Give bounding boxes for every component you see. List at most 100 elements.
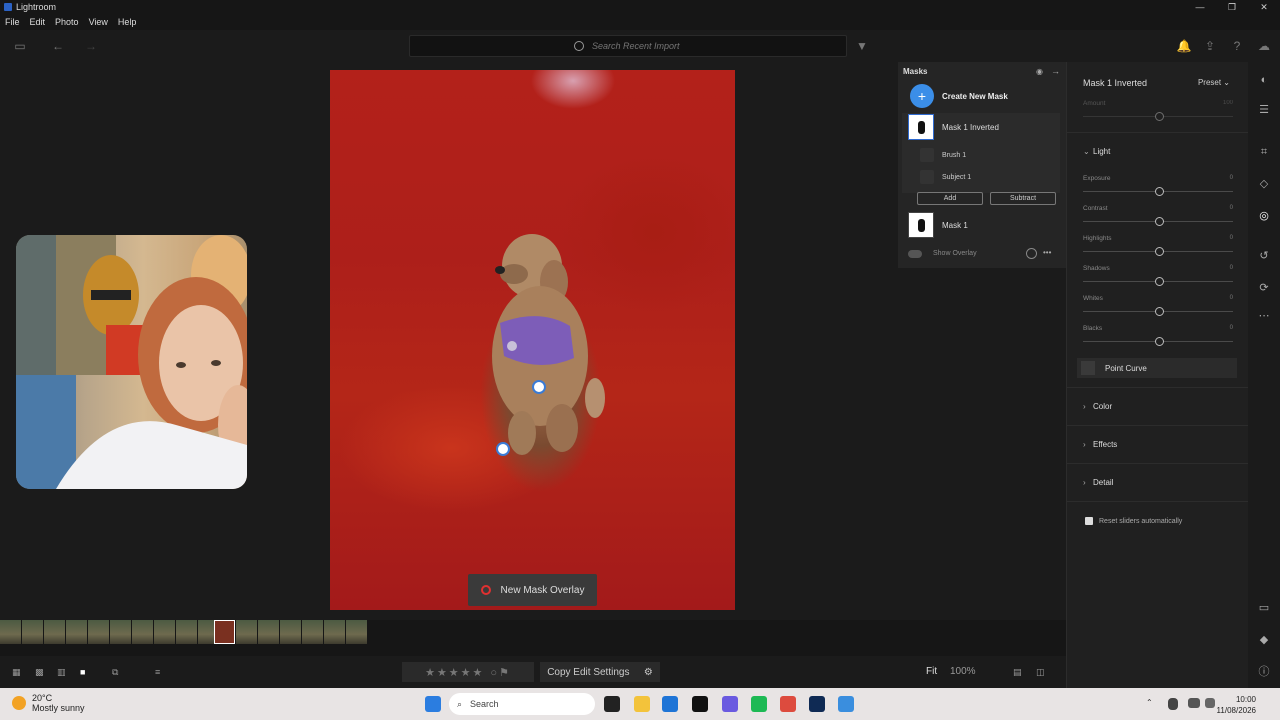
grid-large-icon[interactable]: ▩ (35, 667, 47, 677)
edit-icon[interactable]: ◐ (1258, 74, 1270, 86)
search-input[interactable] (592, 41, 682, 51)
effects-section-header[interactable]: › Effects (1083, 440, 1117, 449)
new-mask-overlay-button[interactable]: New Mask Overlay (468, 574, 597, 606)
tray-chevron-icon[interactable]: ⌃ (1146, 698, 1156, 708)
compare-icon[interactable]: ▥ (57, 667, 69, 677)
slider-knob[interactable] (1155, 277, 1164, 286)
healing-icon[interactable]: ◇ (1258, 178, 1270, 190)
mask-item-mask-1-inverted[interactable]: Mask 1 Inverted (908, 114, 999, 140)
slider-knob[interactable] (1155, 307, 1164, 316)
zoom-dropdown[interactable]: 100% (950, 666, 976, 677)
photos-icon[interactable] (838, 696, 854, 712)
film-thumbnail[interactable] (110, 620, 131, 644)
slideshow-icon[interactable]: ⧉ (112, 667, 124, 677)
gear-icon[interactable]: ⚙ (644, 667, 653, 678)
collapse-panel-icon[interactable]: → (1051, 66, 1060, 76)
spotify-icon[interactable] (751, 696, 767, 712)
more-tools-icon[interactable]: ⋯ (1258, 310, 1270, 322)
flag-icon[interactable]: ○⚑ (490, 666, 511, 679)
network-icon[interactable] (1188, 698, 1200, 708)
sub-mask-subject-1[interactable]: Subject 1 (920, 170, 971, 184)
light-section-header[interactable]: ⌄ Light (1083, 147, 1110, 156)
microphone-icon[interactable] (1168, 698, 1178, 710)
single-view-icon[interactable]: ■ (80, 667, 92, 677)
system-clock[interactable]: 10:00 11/08/2026 (1217, 694, 1256, 716)
task-view-icon[interactable] (604, 696, 620, 712)
slider-knob[interactable] (1155, 112, 1164, 121)
back-arrow-icon[interactable]: ← (50, 38, 66, 54)
film-thumbnail[interactable] (236, 620, 257, 644)
masking-icon[interactable]: ◎ (1258, 210, 1270, 222)
reset-sliders-checkbox[interactable]: Reset sliders automatically (1085, 517, 1182, 525)
versions-icon[interactable]: ⟳ (1258, 282, 1270, 294)
checkbox-icon[interactable] (1085, 517, 1093, 525)
outlook-icon[interactable] (662, 696, 678, 712)
highlights-slider[interactable]: Highlights 0 (1083, 235, 1233, 265)
taskbar-search[interactable]: ⌕ Search (449, 693, 595, 715)
share-icon[interactable]: ⇪ (1202, 38, 1218, 54)
slider-knob[interactable] (1155, 187, 1164, 196)
film-thumbnail-selected[interactable] (214, 620, 235, 644)
film-thumbnail[interactable] (302, 620, 323, 644)
shadows-slider[interactable]: Shadows 0 (1083, 265, 1233, 295)
photo-canvas[interactable] (330, 70, 735, 610)
adjust-sliders-icon[interactable]: ☰ (1258, 104, 1270, 116)
slider-knob[interactable] (1155, 217, 1164, 226)
filter-icon[interactable]: ▼ (854, 38, 870, 54)
film-thumbnail[interactable] (258, 620, 279, 644)
menu-view[interactable]: View (84, 14, 113, 30)
help-icon[interactable]: ? (1229, 38, 1245, 54)
tag-icon[interactable]: ◆ (1258, 634, 1270, 646)
file-explorer-icon[interactable] (634, 696, 650, 712)
overlay-color-icon[interactable] (1026, 248, 1037, 259)
before-after-icon[interactable]: ▤ (1013, 667, 1025, 677)
film-thumbnail[interactable] (0, 620, 21, 644)
fit-button[interactable]: Fit (926, 666, 937, 677)
history-icon[interactable]: ↺ (1258, 250, 1270, 262)
rating-stars[interactable]: ★★★★★ (425, 666, 484, 679)
windows-start-icon[interactable] (425, 696, 441, 712)
cloud-sync-icon[interactable]: ☁ (1256, 38, 1272, 54)
film-thumbnail[interactable] (132, 620, 153, 644)
split-view-icon[interactable]: ◫ (1036, 667, 1048, 677)
show-overlay-toggle[interactable] (908, 250, 922, 258)
copy-edit-settings-button[interactable]: Copy Edit Settings ⚙ (540, 662, 660, 682)
brush-mask-pin-icon[interactable] (496, 442, 510, 456)
volume-icon[interactable] (1205, 698, 1215, 708)
panel-toggle-icon[interactable]: ▭ (12, 38, 28, 54)
film-thumbnail[interactable] (176, 620, 197, 644)
create-new-mask-button[interactable]: + Create New Mask (910, 84, 1008, 108)
search-field[interactable] (409, 35, 847, 57)
more-options-icon[interactable]: ••• (1043, 248, 1051, 257)
chrome-icon[interactable] (780, 696, 796, 712)
contrast-slider[interactable]: Contrast 0 (1083, 205, 1233, 235)
blacks-slider[interactable]: Blacks 0 (1083, 325, 1233, 355)
slider-knob[interactable] (1155, 247, 1164, 256)
notifications-icon[interactable]: 🔔 (1176, 38, 1192, 54)
close-button[interactable]: ✕ (1248, 0, 1280, 14)
app-icon[interactable] (692, 696, 708, 712)
film-thumbnail[interactable] (66, 620, 87, 644)
forward-arrow-icon[interactable]: → (83, 38, 99, 54)
crop-icon[interactable]: ⌗ (1258, 146, 1270, 158)
amount-slider[interactable]: Amount 100 (1083, 100, 1233, 130)
menu-photo[interactable]: Photo (50, 14, 84, 30)
add-mask-button[interactable]: Add (917, 192, 983, 205)
preset-dropdown[interactable]: Preset ⌄ (1198, 78, 1230, 87)
film-thumbnail[interactable] (346, 620, 367, 644)
info-icon[interactable]: ⓘ (1258, 666, 1270, 678)
subject-mask-pin-icon[interactable] (532, 380, 546, 394)
sort-icon[interactable]: ≡ (155, 667, 167, 677)
rating-flags[interactable]: ★★★★★ ○⚑ (402, 662, 534, 682)
discord-icon[interactable] (722, 696, 738, 712)
visibility-icon[interactable]: ◉ (1036, 67, 1043, 76)
comments-icon[interactable]: ▭ (1258, 602, 1270, 614)
film-thumbnail[interactable] (154, 620, 175, 644)
weather-widget[interactable]: 20°C Mostly sunny (12, 693, 85, 713)
whites-slider[interactable]: Whites 0 (1083, 295, 1233, 325)
subtract-mask-button[interactable]: Subtract (990, 192, 1056, 205)
maximize-button[interactable]: ❐ (1216, 0, 1248, 14)
sub-mask-brush-1[interactable]: Brush 1 (920, 148, 966, 162)
grid-small-icon[interactable]: ▦ (12, 667, 24, 677)
film-thumbnail[interactable] (280, 620, 301, 644)
